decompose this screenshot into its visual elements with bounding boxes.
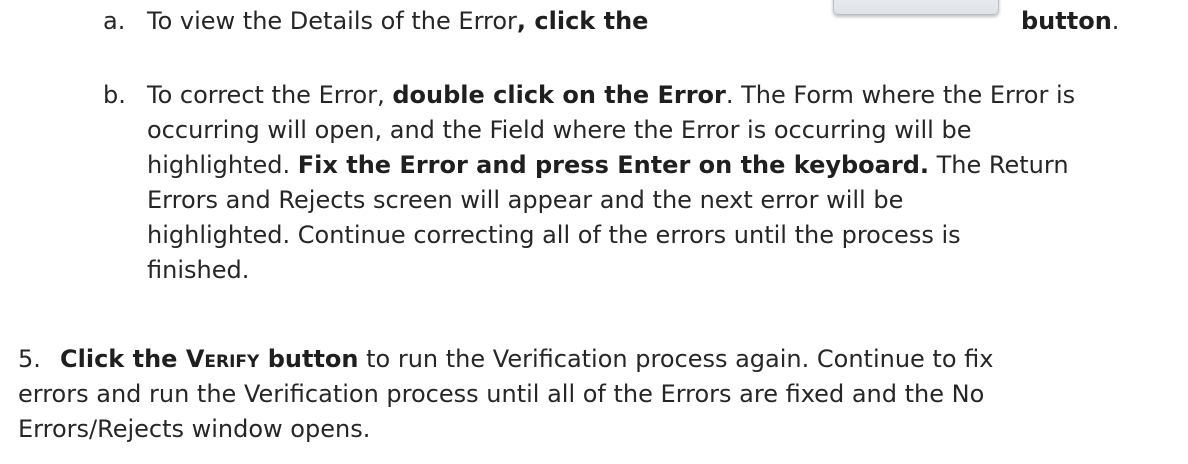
list-marker-5: 5. xyxy=(18,345,41,373)
item-b-line-3-plain: highlighted. xyxy=(147,151,298,179)
item-b-line-1: To correct the Error, double click on th… xyxy=(147,78,1075,113)
item-b-line-1-rest: . The Form where the Error is xyxy=(725,81,1076,109)
list-marker-b: b. xyxy=(103,81,126,109)
item-5-bold-phrase: Click the Verify button xyxy=(60,345,358,373)
item-b-line-4: Errors and Rejects screen will appear an… xyxy=(147,186,904,214)
list-marker-a: a. xyxy=(103,7,126,35)
list-item-b-text: To correct the Error, double click on th… xyxy=(147,78,1075,288)
item-a-button-word: button xyxy=(1021,7,1112,35)
item-a-period: . xyxy=(1111,7,1120,35)
item-5-line-1: Click the Verify button to run the Verif… xyxy=(60,342,993,377)
item-5-line-1-rest: to run the Verification process again. C… xyxy=(358,345,994,373)
document-page: a. To view the Details of the Error, cli… xyxy=(0,0,1188,464)
verify-keyword: Verify xyxy=(185,345,260,373)
item-a-text-plain: To view the Details of the Error xyxy=(147,7,517,35)
item-5-bold-click: Click the xyxy=(60,345,186,373)
list-item-5-text: Click the Verify button to run the Verif… xyxy=(18,342,993,447)
item-b-line-2: occurring will open, and the Field where… xyxy=(147,116,972,144)
item-b-line-3-bold: Fix the Error and press Enter on the key… xyxy=(297,151,929,179)
item-b-line-3: highlighted. Fix the Error and press Ent… xyxy=(147,148,1075,183)
list-item-5: 5. Click the Verify button to run the Ve… xyxy=(18,342,1183,462)
item-a-text-bold: , click the xyxy=(516,7,649,35)
list-item-a-text: To view the Details of the Error, click … xyxy=(147,4,648,39)
item-b-line-5: highlighted. Continue correcting all of … xyxy=(147,221,961,249)
item-a-tail: button. xyxy=(1021,4,1119,39)
details-button-image xyxy=(833,0,999,15)
item-b-line-1-bold: double click on the Error xyxy=(392,81,726,109)
item-5-line-3: Errors/Rejects window opens. xyxy=(18,415,371,443)
list-item-b: b. To correct the Error, double click on… xyxy=(103,78,1183,318)
item-b-line-1-plain: To correct the Error, xyxy=(147,81,393,109)
item-5-line-2: errors and run the Verification process … xyxy=(18,380,985,408)
item-b-line-3-rest: The Return xyxy=(929,151,1069,179)
item-5-bold-button: button xyxy=(259,345,359,373)
item-b-line-6: finished. xyxy=(147,256,250,284)
